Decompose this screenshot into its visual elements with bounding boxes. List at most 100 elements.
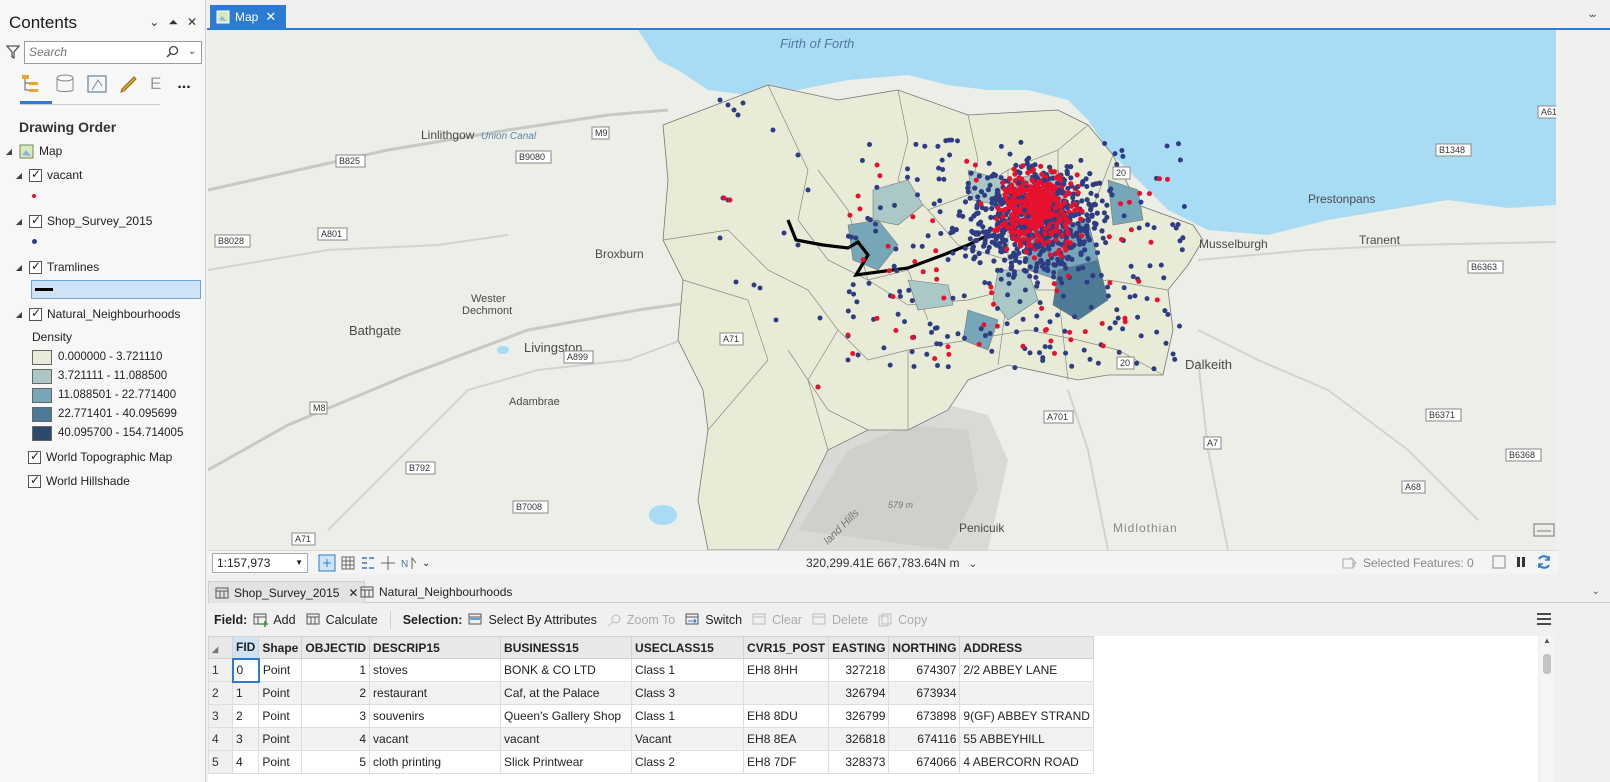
cell-shape[interactable]: Point (258, 704, 303, 728)
cell-cvr15-post[interactable] (743, 681, 830, 705)
map-view[interactable]: Firth of Forth Linlithgow Union Canal Br… (208, 30, 1556, 550)
table-row[interactable]: 5 4 Point 5 cloth printing Slick Printwe… (208, 750, 1094, 774)
close-icon[interactable]: ✕ (187, 15, 197, 30)
cell-business15[interactable]: Caf, at the Palace (500, 681, 633, 705)
clear-selection-button[interactable]: Clear (752, 613, 802, 627)
tab-shop-survey-table[interactable]: Shop_Survey_2015 ✕ (208, 581, 366, 603)
cell-fid[interactable]: 4 (231, 750, 260, 774)
cell-cvr15-post[interactable]: EH8 8DU (743, 704, 830, 728)
cell-business15[interactable]: Queen's Gallery Shop (500, 704, 633, 728)
layout-icon[interactable] (1492, 555, 1506, 569)
pin-icon[interactable]: ⏶ (168, 15, 178, 30)
cell-descrip15[interactable]: restaurant (369, 681, 502, 705)
cell-shape[interactable]: Point (258, 750, 303, 774)
column-header-cvr15-post[interactable]: CVR15_POST (743, 636, 830, 659)
grid-icon[interactable] (340, 555, 356, 571)
table-row[interactable]: 2 1 Point 2 restaurant Caf, at the Palac… (208, 681, 1094, 705)
more-tools-button[interactable]: ... (177, 75, 190, 93)
expand-triangle-icon[interactable]: ◢ (14, 310, 24, 319)
cell-shape[interactable]: Point (258, 727, 303, 751)
cell-easting[interactable]: 326794 (828, 681, 890, 705)
keyboard-icon[interactable] (1533, 522, 1555, 538)
cell-fid[interactable]: 0 (231, 657, 260, 683)
menu-icon[interactable] (1536, 612, 1552, 626)
cell-useclass15[interactable]: Class 2 (631, 750, 745, 774)
expand-triangle-icon[interactable]: ◢ (14, 217, 24, 226)
snapping-icon[interactable] (360, 555, 376, 571)
search-icon[interactable] (166, 45, 179, 58)
row-number[interactable]: 5 (208, 750, 233, 774)
scale-selector[interactable]: 1:157,973 ▼ (212, 553, 308, 573)
visibility-checkbox[interactable] (29, 306, 42, 321)
cell-fid[interactable]: 3 (231, 727, 260, 751)
cell-descrip15[interactable]: cloth printing (369, 750, 502, 774)
toc-item-natural-neighbourhoods[interactable]: ◢ Natural_Neighbourhoods (14, 305, 181, 323)
visibility-checkbox[interactable] (29, 213, 42, 228)
cell-address[interactable]: 55 ABBEYHILL (959, 727, 1094, 751)
column-header-easting[interactable]: EASTING (828, 636, 890, 659)
cell-cvr15-post[interactable]: EH8 8EA (743, 727, 830, 751)
visibility-checkbox[interactable] (28, 449, 41, 464)
cell-easting[interactable]: 327218 (828, 658, 890, 682)
cell-cvr15-post[interactable]: EH8 7DF (743, 750, 830, 774)
cell-northing[interactable]: 674116 (888, 727, 961, 751)
cell-address[interactable]: 2/2 ABBEY LANE (959, 658, 1094, 682)
toc-item-shop-survey[interactable]: ◢ Shop_Survey_2015 (14, 212, 153, 230)
cell-descrip15[interactable]: vacant (369, 727, 502, 751)
map-canvas[interactable]: Firth of Forth Linlithgow Union Canal Br… (208, 30, 1556, 550)
cell-easting[interactable]: 326818 (828, 727, 890, 751)
table-scrollbar[interactable]: ▲ (1540, 636, 1554, 782)
column-header-objectid[interactable]: OBJECTID (301, 636, 371, 659)
cell-northing[interactable]: 673898 (888, 704, 961, 728)
north-arrow-icon[interactable]: N (400, 555, 418, 571)
cell-northing[interactable]: 674066 (888, 750, 961, 774)
cell-objectid[interactable]: 5 (301, 750, 371, 774)
selection-icon[interactable] (86, 73, 108, 95)
table-row[interactable]: 4 3 Point 4 vacant vacant Vacant EH8 8EA… (208, 727, 1094, 751)
calculate-field-button[interactable]: Calculate (306, 613, 378, 627)
chevron-down-icon[interactable]: ⌄ (1587, 9, 1595, 20)
expand-triangle-icon[interactable]: ◢ (4, 147, 14, 156)
table-row[interactable]: 1 0 Point 1 stoves BONK & CO LTD Class 1… (208, 657, 1094, 683)
cell-easting[interactable]: 328373 (828, 750, 890, 774)
cell-descrip15[interactable]: souvenirs (369, 704, 502, 728)
cell-shape[interactable]: Point (258, 658, 303, 682)
cell-business15[interactable]: vacant (500, 727, 633, 751)
cell-useclass15[interactable]: Vacant (631, 727, 745, 751)
cell-objectid[interactable]: 2 (301, 681, 371, 705)
scroll-up-icon[interactable]: ▲ (1543, 636, 1551, 645)
cell-cvr15-post[interactable]: EH8 8HH (743, 658, 830, 682)
cell-useclass15[interactable]: Class 3 (631, 681, 745, 705)
cell-address[interactable]: 9(GF) ABBEY STRAND (959, 704, 1094, 728)
column-header-business15[interactable]: BUSINESS15 (500, 636, 633, 659)
pane-options-icon[interactable]: ⌄ (149, 15, 159, 30)
add-field-button[interactable]: Add (253, 613, 296, 627)
chevron-down-icon[interactable]: ⌄ (969, 559, 977, 570)
tramline-symbol-selected[interactable] (31, 280, 201, 299)
table-row[interactable]: 3 2 Point 3 souvenirs Queen's Gallery Sh… (208, 704, 1094, 728)
data-source-icon[interactable] (54, 73, 76, 95)
cell-shape[interactable]: Point (258, 681, 303, 705)
cell-descrip15[interactable]: stoves (369, 658, 502, 682)
cell-address[interactable] (959, 681, 1094, 705)
toc-item-map[interactable]: ◢ Map (4, 142, 62, 160)
toc-item-world-hillshade[interactable]: World Hillshade (28, 472, 130, 490)
fixed-scale-icon[interactable] (318, 554, 336, 572)
cell-address[interactable]: 4 ABERCORN ROAD (959, 750, 1094, 774)
chevron-down-icon[interactable]: ⌄ (422, 558, 430, 569)
cell-northing[interactable]: 674307 (888, 658, 961, 682)
expand-triangle-icon[interactable]: ◢ (14, 171, 24, 180)
visibility-checkbox[interactable] (28, 473, 41, 488)
row-number[interactable]: 4 (208, 727, 233, 751)
cell-objectid[interactable]: 3 (301, 704, 371, 728)
row-number[interactable]: 3 (208, 704, 233, 728)
tool-e-label[interactable]: E (150, 74, 161, 94)
expand-triangle-icon[interactable]: ◢ (14, 263, 24, 272)
select-by-attributes-button[interactable]: Select By Attributes (468, 613, 597, 627)
toc-item-tramlines[interactable]: ◢ Tramlines (14, 258, 99, 276)
column-header-shape[interactable]: Shape (258, 636, 303, 659)
cell-business15[interactable]: Slick Printwear (500, 750, 633, 774)
column-header-fid[interactable]: FID (231, 636, 260, 659)
dropdown-arrow-icon[interactable]: ▼ (295, 554, 303, 572)
search-input[interactable]: Search ⌄ (24, 40, 202, 64)
